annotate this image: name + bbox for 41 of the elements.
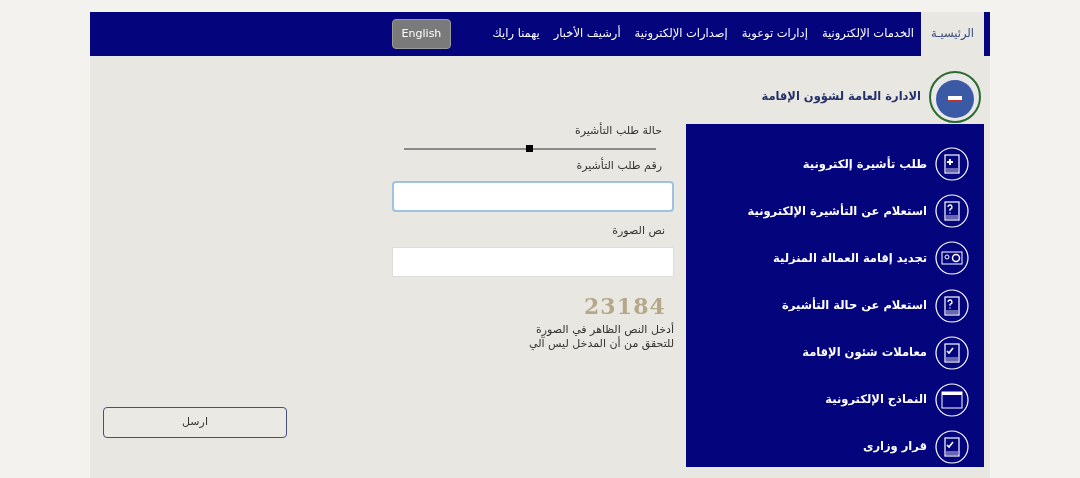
document-icon — [935, 147, 969, 182]
service-link[interactable]: استعلام عن التأشيرة الإلكترونية — [686, 191, 969, 232]
service-link[interactable]: قرار وزارى — [686, 426, 969, 468]
service-label: تجديد إقامة العمالة المنزلية — [773, 249, 927, 267]
captcha-label: نص الصورة — [611, 223, 665, 239]
document-icon — [935, 194, 969, 229]
document-icon — [935, 288, 969, 323]
service-link[interactable]: طلب تأشيرة إلكترونية — [686, 144, 969, 185]
service-label: النماذج الإلكترونية — [825, 391, 927, 409]
service-link[interactable]: تجديد إقامة العمالة المنزلية — [686, 238, 969, 279]
captcha-image: 23184 — [583, 291, 666, 321]
service-label: استعلام عن حالة التأشيرة — [782, 296, 927, 314]
nav-tab[interactable]: الخدمات الإلكترونية — [814, 12, 921, 56]
nav-tab[interactable]: الرئيسيـة — [921, 12, 984, 56]
department-title: الادارة العامة لشؤون الإقامة — [761, 88, 921, 106]
captcha-hint-secondary: للتحقق من أن المدخل ليس آلي — [528, 336, 674, 351]
service-label: قرار وزارى — [862, 438, 927, 456]
document-icon — [935, 335, 969, 370]
service-link[interactable]: النماذج الإلكترونية — [686, 379, 969, 420]
document-icon — [935, 429, 969, 464]
nav-tab[interactable]: إصدارات الإلكترونية — [627, 12, 735, 56]
service-link[interactable]: معاملات شئون الإقامة — [686, 332, 969, 373]
emblem-logo — [929, 71, 981, 123]
visa-number-field[interactable] — [392, 181, 674, 212]
status-label: حالة طلب التأشيرة — [573, 123, 662, 139]
service-label: استعلام عن التأشيرة الإلكترونية — [747, 202, 927, 220]
service-label: طلب تأشيرة إلكترونية — [802, 155, 927, 173]
camera-icon — [935, 241, 969, 276]
captcha-hint: أدخل النص الظاهر في الصورة — [534, 322, 674, 336]
service-link[interactable]: استعلام عن حالة التأشيرة — [686, 285, 969, 326]
submit-button[interactable]: ارسل — [103, 407, 287, 438]
nav-tab[interactable]: أرشيف الأخبار — [546, 12, 628, 56]
slider-thumb[interactable] — [526, 144, 533, 152]
visa-number-label: رقم طلب التأشيرة — [575, 157, 662, 174]
form-icon — [935, 382, 969, 417]
nav-tab[interactable]: يهمنا رايك — [485, 12, 547, 56]
service-label: معاملات شئون الإقامة — [802, 343, 927, 362]
nav-tab[interactable]: إدارات توعوية — [734, 12, 815, 56]
captcha-field[interactable] — [392, 246, 674, 277]
english-button[interactable]: English — [391, 18, 452, 50]
status-slider[interactable] — [404, 147, 656, 150]
